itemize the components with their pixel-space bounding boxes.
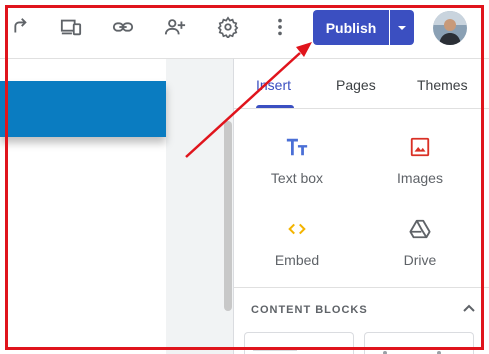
chevron-up-icon[interactable]: [460, 299, 478, 317]
side-panel: Insert Pages Themes Text box Images Embe…: [233, 58, 489, 354]
insert-text-box-label: Text box: [270, 170, 324, 186]
top-toolbar: Publish: [0, 0, 489, 58]
settings-icon[interactable]: [215, 14, 241, 40]
publish-options-button[interactable]: [390, 10, 414, 45]
active-tab-indicator: [256, 105, 294, 108]
redo-icon[interactable]: [6, 14, 32, 40]
device-preview-icon[interactable]: [58, 14, 84, 40]
page-preview[interactable]: [0, 59, 166, 354]
insert-embed[interactable]: Embed: [242, 216, 352, 268]
insert-images-label: Images: [397, 170, 443, 186]
tab-pages[interactable]: Pages: [336, 77, 376, 93]
content-blocks-heading: CONTENT BLOCKS: [251, 304, 368, 316]
insert-drive[interactable]: Drive: [365, 216, 475, 268]
insert-text-box[interactable]: Text box: [242, 134, 352, 186]
insert-drive-label: Drive: [403, 252, 437, 268]
content-block-card[interactable]: [364, 332, 474, 354]
image-icon: [407, 134, 433, 160]
text-box-icon: [284, 134, 310, 160]
panel-tabs: Insert Pages Themes: [234, 59, 489, 109]
avatar[interactable]: [433, 11, 467, 45]
chevron-down-icon: [398, 25, 406, 30]
more-vert-icon[interactable]: [267, 14, 293, 40]
page-header-banner[interactable]: [0, 81, 166, 137]
publish-button[interactable]: Publish: [313, 10, 389, 45]
share-icon[interactable]: [162, 14, 188, 40]
link-icon[interactable]: [110, 14, 136, 40]
embed-icon: [284, 216, 310, 242]
tab-insert[interactable]: Insert: [256, 77, 291, 93]
canvas-scrollbar[interactable]: [224, 121, 232, 311]
tab-themes[interactable]: Themes: [417, 77, 468, 93]
editor-canvas[interactable]: [0, 58, 233, 354]
content-block-card[interactable]: [244, 332, 354, 354]
insert-embed-label: Embed: [274, 252, 320, 268]
drive-icon: [407, 216, 433, 242]
insert-images[interactable]: Images: [365, 134, 475, 186]
panel-divider: [234, 287, 489, 288]
